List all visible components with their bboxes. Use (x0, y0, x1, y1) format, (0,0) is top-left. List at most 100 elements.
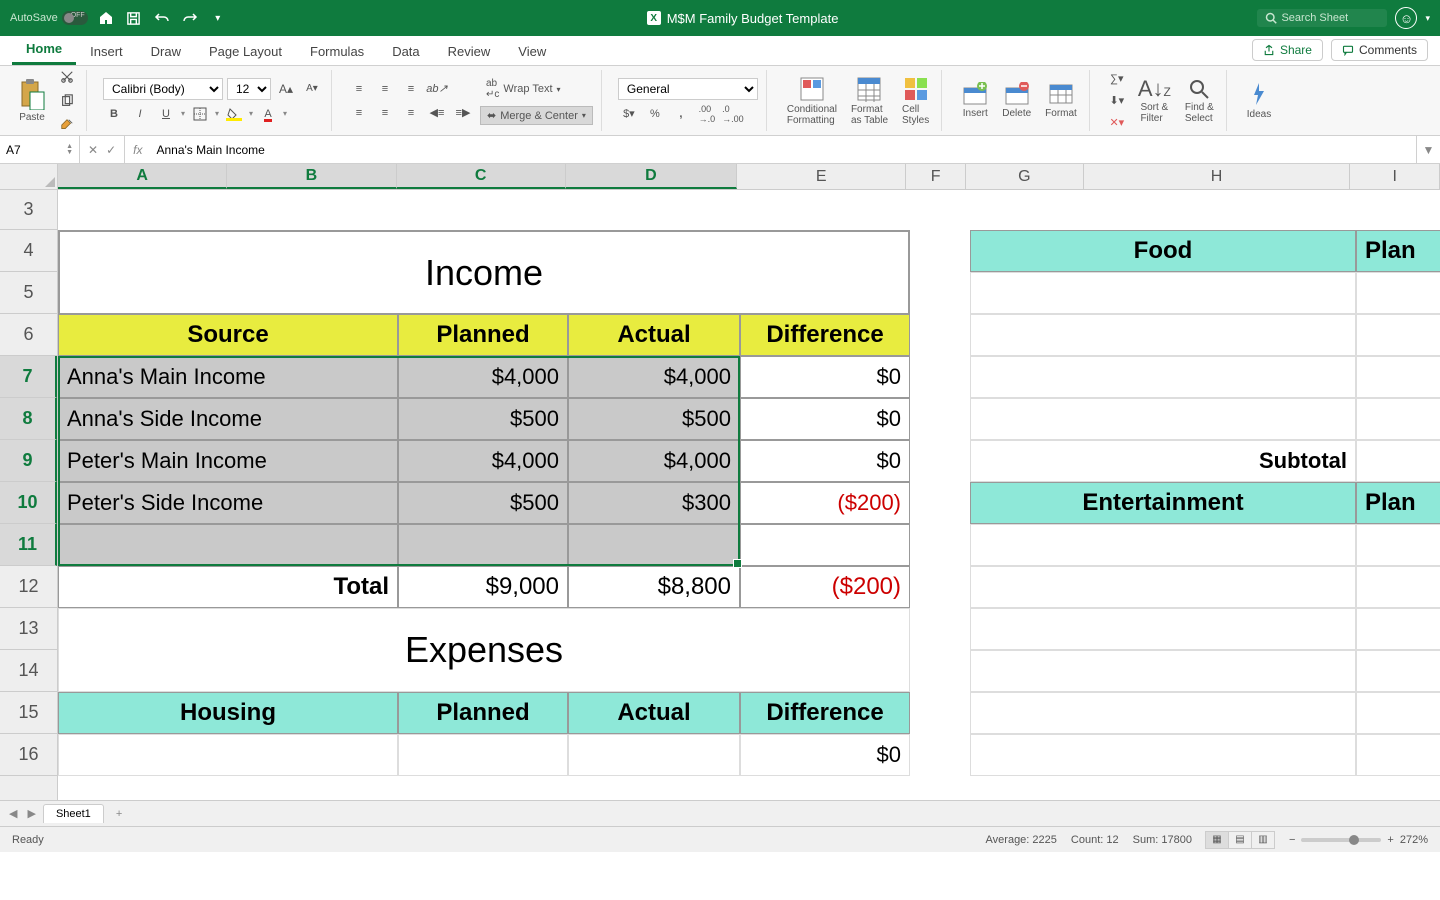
cell[interactable] (568, 734, 740, 776)
cell[interactable] (970, 608, 1356, 650)
cell[interactable]: Total (58, 566, 398, 608)
confirm-formula-icon[interactable]: ✓ (106, 143, 116, 157)
clear-button[interactable]: ✕▾ (1106, 113, 1128, 133)
cell[interactable]: Entertainment (970, 482, 1356, 524)
cell[interactable]: Food (970, 230, 1356, 272)
cut-button[interactable] (56, 67, 78, 87)
cell[interactable]: $500 (398, 398, 568, 440)
normal-view-button[interactable]: ▦ (1205, 831, 1229, 849)
zoom-control[interactable]: − + 272% (1289, 834, 1428, 846)
cell[interactable]: $8,800 (568, 566, 740, 608)
cell[interactable]: Actual (568, 314, 740, 356)
sort-filter-button[interactable]: A↓ZSort & Filter (1134, 76, 1175, 126)
cell[interactable] (568, 524, 740, 566)
cell[interactable] (1356, 650, 1440, 692)
row-header-3[interactable]: 3 (0, 190, 57, 230)
column-headers[interactable]: ABCDEFGHI (58, 164, 1440, 190)
home-icon[interactable] (96, 8, 116, 28)
save-icon[interactable] (124, 8, 144, 28)
bold-button[interactable]: B (103, 104, 125, 124)
sheet-nav-prev[interactable]: ▶ (24, 807, 38, 820)
row-header-16[interactable]: 16 (0, 734, 57, 776)
cell[interactable]: Planned (398, 692, 568, 734)
italic-button[interactable]: I (129, 104, 151, 124)
row-header-9[interactable]: 9 (0, 440, 57, 482)
row-headers[interactable]: 345678910111213141516 (0, 190, 58, 800)
tab-insert[interactable]: Insert (76, 38, 137, 65)
autosave-toggle[interactable]: AutoSave OFF (10, 11, 88, 25)
ideas-button[interactable]: Ideas (1243, 79, 1275, 122)
cell[interactable]: $0 (740, 356, 910, 398)
row-header-4[interactable]: 4 (0, 230, 57, 272)
cell[interactable] (970, 524, 1356, 566)
border-button[interactable] (189, 104, 211, 124)
cell[interactable] (970, 566, 1356, 608)
tab-draw[interactable]: Draw (137, 38, 195, 65)
cell[interactable]: $300 (568, 482, 740, 524)
decrease-indent-button[interactable]: ◀≡ (426, 103, 448, 123)
fill-color-button[interactable] (223, 104, 245, 124)
percent-button[interactable]: % (644, 104, 666, 124)
decrease-font-button[interactable]: A▾ (301, 79, 323, 99)
search-box[interactable]: Search Sheet (1257, 9, 1387, 27)
font-color-button[interactable]: A (257, 104, 279, 124)
row-header-6[interactable]: 6 (0, 314, 57, 356)
row-header-12[interactable]: 12 (0, 566, 57, 608)
user-menu-chevron[interactable]: ▾ (1425, 13, 1430, 24)
align-middle-button[interactable]: ≡ (374, 79, 396, 99)
row-header-5[interactable]: 5 (0, 272, 57, 314)
currency-button[interactable]: $▾ (618, 104, 640, 124)
sheet-tab[interactable]: Sheet1 (43, 804, 104, 823)
user-avatar[interactable]: ☺ (1395, 7, 1417, 29)
page-break-view-button[interactable]: ▥ (1251, 831, 1275, 849)
cell[interactable]: Difference (740, 692, 910, 734)
cell[interactable]: $0 (740, 734, 910, 776)
font-size-select[interactable]: 12 (227, 78, 271, 100)
share-button[interactable]: Share (1252, 39, 1323, 61)
cell[interactable]: Difference (740, 314, 910, 356)
autosum-button[interactable]: ∑▾ (1106, 69, 1128, 89)
select-all-corner[interactable] (0, 164, 58, 190)
fx-label[interactable]: fx (125, 136, 150, 163)
cell[interactable] (1356, 608, 1440, 650)
col-header-A[interactable]: A (58, 164, 227, 189)
add-sheet-button[interactable]: + (108, 805, 130, 823)
cell[interactable]: ($200) (740, 566, 910, 608)
cell[interactable] (970, 356, 1356, 398)
cell[interactable]: Expenses (58, 608, 910, 692)
col-header-G[interactable]: G (966, 164, 1083, 189)
quickaccess-more-icon[interactable]: ▾ (208, 8, 228, 28)
cell[interactable]: Planned (398, 314, 568, 356)
row-header-14[interactable]: 14 (0, 650, 57, 692)
cell[interactable] (1356, 692, 1440, 734)
page-layout-view-button[interactable]: ▤ (1228, 831, 1252, 849)
delete-cells-button[interactable]: Delete (998, 80, 1035, 121)
cell[interactable] (1356, 524, 1440, 566)
cell[interactable]: Plan (1356, 230, 1440, 272)
spreadsheet-grid[interactable]: ABCDEFGHI 345678910111213141516 IncomeSo… (0, 164, 1440, 800)
name-box[interactable]: A7▲▼ (0, 136, 80, 163)
merge-center-button[interactable]: ⬌Merge & Center▾ (480, 106, 593, 125)
cell[interactable]: $500 (398, 482, 568, 524)
cell[interactable]: Anna's Main Income (58, 356, 398, 398)
format-as-table-button[interactable]: Format as Table (847, 74, 892, 128)
row-header-7[interactable]: 7 (0, 356, 57, 398)
cell[interactable] (398, 734, 568, 776)
cell[interactable] (970, 650, 1356, 692)
copy-button[interactable] (56, 91, 78, 111)
cell[interactable] (58, 524, 398, 566)
increase-decimal-button[interactable]: .00→.0 (696, 104, 718, 124)
col-header-I[interactable]: I (1350, 164, 1440, 189)
wrap-text-button[interactable]: ab↵cWrap Text▾ (480, 76, 593, 102)
cells-area[interactable]: IncomeSourcePlannedActualDifferenceAnna'… (58, 190, 1440, 800)
zoom-out-button[interactable]: − (1289, 834, 1295, 846)
cell[interactable]: $4,000 (398, 356, 568, 398)
cell[interactable] (1356, 440, 1440, 482)
cell[interactable] (970, 272, 1356, 314)
cell[interactable] (970, 692, 1356, 734)
cell[interactable]: Subtotal (970, 440, 1356, 482)
increase-indent-button[interactable]: ≡▶ (452, 103, 474, 123)
col-header-C[interactable]: C (397, 164, 566, 189)
tab-data[interactable]: Data (378, 38, 433, 65)
orientation-button[interactable]: ab↗ (426, 79, 448, 99)
